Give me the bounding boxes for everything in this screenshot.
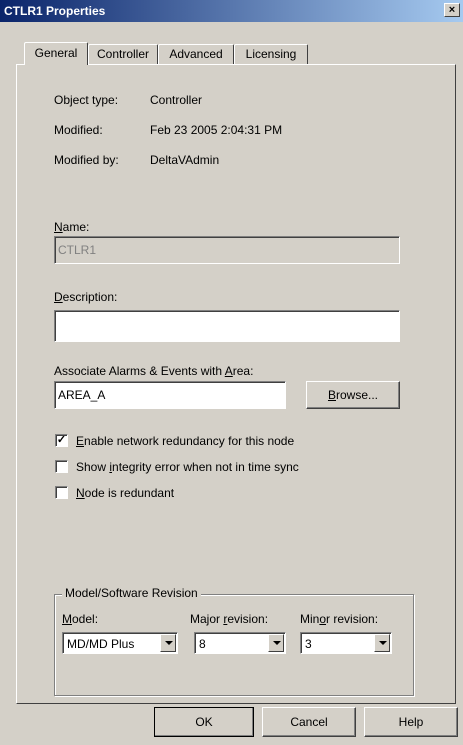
title-bar: CTLR1 Properties × bbox=[0, 0, 463, 22]
object-type-label: Object type: bbox=[54, 93, 119, 107]
integrity-error-label: Show integrity error when not in time sy… bbox=[76, 460, 299, 474]
node-redundant-label: Node is redundant bbox=[76, 486, 175, 500]
area-field[interactable] bbox=[54, 381, 286, 409]
tab-general-label: General bbox=[34, 46, 78, 60]
enable-redundancy-checkbox[interactable]: ✓ bbox=[55, 434, 68, 447]
chevron-down-icon[interactable] bbox=[374, 634, 390, 652]
enable-redundancy-label: Enable network redundancy for this node bbox=[76, 434, 295, 448]
chevron-down-icon[interactable] bbox=[160, 634, 176, 652]
ok-button[interactable]: OK bbox=[154, 707, 254, 737]
node-redundant-checkbox[interactable] bbox=[55, 486, 68, 499]
window-title: CTLR1 Properties bbox=[4, 4, 106, 18]
minor-revision-value: 3 bbox=[305, 637, 312, 651]
model-value: MD/MD Plus bbox=[67, 637, 135, 651]
modified-by-value: DeltaVAdmin bbox=[150, 153, 220, 167]
tab-advanced[interactable]: Advanced bbox=[158, 44, 234, 64]
chevron-down-icon[interactable] bbox=[268, 634, 284, 652]
name-label: Name: bbox=[54, 220, 90, 234]
tab-advanced-label: Advanced bbox=[169, 47, 223, 61]
major-revision-value: 8 bbox=[199, 637, 206, 651]
model-label: Model: bbox=[62, 612, 99, 626]
modified-by-label: Modified by: bbox=[54, 153, 119, 167]
help-button[interactable]: Help bbox=[364, 707, 458, 737]
cancel-button[interactable]: Cancel bbox=[262, 707, 356, 737]
tab-controller-label: Controller bbox=[96, 47, 150, 61]
tab-general[interactable]: General bbox=[24, 42, 88, 65]
browse-button[interactable]: Browse... bbox=[306, 381, 400, 409]
major-revision-select[interactable]: 8 bbox=[194, 632, 286, 654]
minor-revision-select[interactable]: 3 bbox=[300, 632, 392, 654]
object-type-value: Controller bbox=[150, 93, 203, 107]
check-mark-icon: ✓ bbox=[56, 434, 67, 446]
name-field[interactable] bbox=[54, 236, 400, 264]
close-button[interactable]: × bbox=[444, 3, 460, 17]
description-label: Description: bbox=[54, 290, 118, 304]
description-field[interactable] bbox=[54, 310, 400, 342]
modified-value: Feb 23 2005 2:04:31 PM bbox=[150, 123, 283, 137]
model-select[interactable]: MD/MD Plus bbox=[62, 632, 178, 654]
tab-licensing-label: Licensing bbox=[245, 47, 297, 61]
minor-revision-label: Minor revision: bbox=[300, 612, 379, 626]
modified-label: Modified: bbox=[54, 123, 103, 137]
tab-licensing[interactable]: Licensing bbox=[234, 44, 308, 64]
integrity-error-checkbox[interactable] bbox=[55, 460, 68, 473]
major-revision-label: Major revision: bbox=[190, 612, 269, 626]
tab-controller[interactable]: Controller bbox=[88, 44, 158, 64]
area-label: Associate Alarms & Events with Area: bbox=[54, 364, 254, 378]
revision-group-label: Model/Software Revision bbox=[62, 586, 201, 600]
